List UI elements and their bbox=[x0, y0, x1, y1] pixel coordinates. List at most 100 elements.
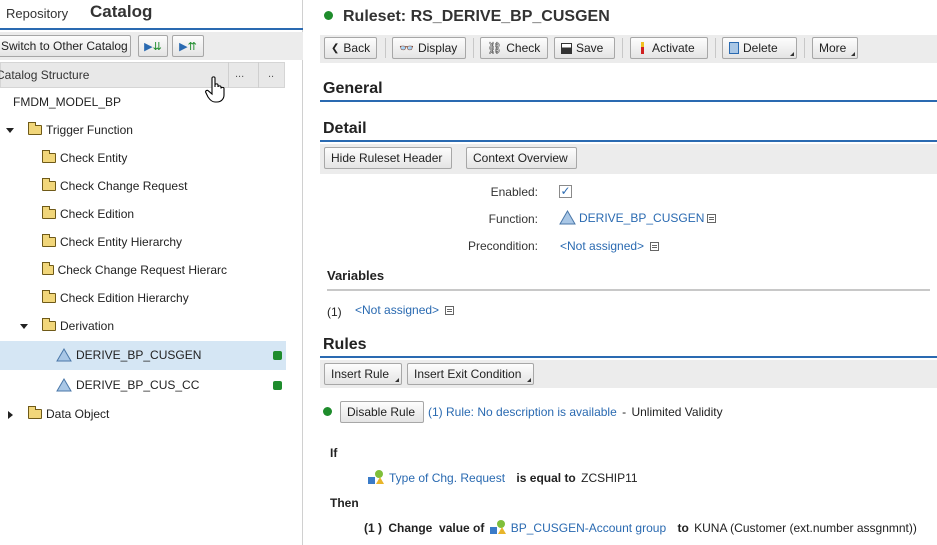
tree-item-label: Check Change Request Hierarc bbox=[57, 263, 227, 277]
details-icon[interactable] bbox=[445, 306, 455, 315]
expander-data-object[interactable] bbox=[8, 411, 13, 419]
action-row: (1 ) Change value of BP_CUSGEN-Account g… bbox=[364, 520, 917, 535]
column-menu-button-2[interactable]: .. bbox=[268, 68, 274, 80]
insert-rule-button[interactable]: Insert Rule bbox=[324, 363, 402, 385]
delete-label: Delete bbox=[743, 41, 778, 55]
check-button[interactable]: ⛓ Check bbox=[480, 37, 548, 59]
ruleset-status-icon bbox=[324, 11, 333, 20]
action-field-link[interactable]: BP_CUSGEN-Account group bbox=[511, 521, 666, 535]
variable-index: (1) bbox=[327, 305, 342, 319]
switch-catalog-label: Switch to Other Catalog bbox=[1, 39, 128, 53]
insert-rule-label: Insert Rule bbox=[331, 367, 390, 381]
general-section-line bbox=[320, 100, 937, 102]
function-link[interactable]: DERIVE_BP_CUSGEN bbox=[579, 211, 704, 225]
check-label: Check bbox=[506, 41, 541, 55]
delete-button[interactable]: Delete bbox=[722, 37, 797, 59]
details-icon[interactable] bbox=[707, 214, 717, 223]
display-button[interactable]: 👓 Display bbox=[392, 37, 466, 59]
precondition-value[interactable]: <Not assigned> bbox=[560, 239, 660, 253]
action-to: to bbox=[677, 521, 689, 535]
activate-icon bbox=[641, 42, 644, 54]
dropdown-indicator-icon bbox=[790, 52, 794, 56]
switch-catalog-button[interactable]: Switch to Other Catalog bbox=[0, 35, 131, 57]
rule-description: (1) Rule: No description is available - … bbox=[428, 405, 723, 419]
tree-item-derivation[interactable]: Derivation bbox=[42, 313, 114, 339]
action-index: (1 ) bbox=[364, 521, 382, 535]
variables-section-line bbox=[327, 289, 930, 291]
hide-ruleset-header-button[interactable]: Hide Ruleset Header bbox=[324, 147, 452, 169]
column-menu-button[interactable]: ... bbox=[235, 68, 244, 80]
ruleset-icon bbox=[56, 378, 72, 392]
condition-field-link[interactable]: Type of Chg. Request bbox=[389, 471, 505, 485]
variable-value[interactable]: <Not assigned> bbox=[355, 303, 455, 317]
tree-item-label: DERIVE_BP_CUS_CC bbox=[76, 378, 200, 392]
save-button[interactable]: Save bbox=[554, 37, 615, 59]
precondition-link[interactable]: <Not assigned> bbox=[560, 239, 644, 253]
active-status-icon bbox=[273, 381, 282, 390]
tree-item-check-change-request[interactable]: Check Change Request bbox=[42, 173, 187, 199]
toolbar-separator bbox=[715, 38, 716, 58]
save-icon bbox=[561, 42, 572, 54]
column-divider-2 bbox=[258, 62, 259, 88]
tab-catalog[interactable]: Catalog bbox=[90, 2, 152, 22]
condition-value: ZCSHIP11 bbox=[581, 471, 638, 485]
disable-rule-button[interactable]: Disable Rule bbox=[340, 401, 424, 423]
rules-section-title: Rules bbox=[323, 336, 367, 353]
tab-repository[interactable]: Repository bbox=[6, 6, 68, 21]
activate-label: Activate bbox=[652, 41, 695, 55]
context-overview-button[interactable]: Context Overview bbox=[466, 147, 577, 169]
tree-item-trigger-function[interactable]: Trigger Function bbox=[28, 117, 133, 143]
folder-icon bbox=[42, 234, 56, 247]
back-icon: ❮ bbox=[331, 42, 340, 54]
condition-operator: is equal to bbox=[516, 471, 576, 485]
tree-item-check-entity[interactable]: Check Entity bbox=[42, 145, 127, 171]
active-status-icon bbox=[273, 351, 282, 360]
expand-all-button[interactable]: ▶⇊ bbox=[138, 35, 168, 57]
tree-item-label: Check Change Request bbox=[60, 179, 188, 193]
tree-root[interactable]: FMDM_MODEL_BP bbox=[13, 89, 121, 115]
expander-derivation[interactable] bbox=[20, 324, 28, 329]
collapse-all-button[interactable]: ▶⇈ bbox=[172, 35, 204, 57]
more-button[interactable]: More bbox=[812, 37, 858, 59]
function-value[interactable]: DERIVE_BP_CUSGEN bbox=[559, 210, 717, 225]
rule-link[interactable]: (1) Rule: No description is available bbox=[428, 405, 617, 419]
tree-item-check-edition[interactable]: Check Edition bbox=[42, 201, 134, 227]
function-label: Function: bbox=[488, 212, 538, 226]
tree-item-label: Data Object bbox=[46, 407, 110, 421]
display-icon: 👓 bbox=[399, 41, 414, 55]
tree-item-derive-bp-cusgen[interactable]: DERIVE_BP_CUSGEN bbox=[56, 342, 201, 368]
tree-item-data-object[interactable]: Data Object bbox=[28, 401, 109, 427]
variable-link[interactable]: <Not assigned> bbox=[355, 303, 439, 317]
tree-item-check-edition-hierarchy[interactable]: Check Edition Hierarchy bbox=[42, 285, 189, 311]
folder-icon bbox=[42, 150, 56, 163]
enabled-label: Enabled: bbox=[490, 185, 538, 199]
tree-item-label: Derivation bbox=[60, 319, 115, 333]
back-button[interactable]: ❮ Back bbox=[324, 37, 377, 59]
tree-item-label: DERIVE_BP_CUSGEN bbox=[76, 348, 202, 362]
if-label: If bbox=[330, 446, 338, 460]
back-label: Back bbox=[343, 41, 371, 55]
folder-icon bbox=[42, 262, 54, 275]
enabled-checkbox[interactable]: ✓ bbox=[559, 185, 572, 198]
insert-exit-condition-button[interactable]: Insert Exit Condition bbox=[407, 363, 534, 385]
tree-item-derive-bp-cus-cc[interactable]: DERIVE_BP_CUS_CC bbox=[56, 372, 199, 398]
expander-trigger-function[interactable] bbox=[6, 128, 14, 133]
context-overview-label: Context Overview bbox=[473, 151, 568, 165]
activate-button[interactable]: Activate bbox=[630, 37, 708, 59]
tree-item-label: Check Edition bbox=[60, 207, 135, 221]
insert-exit-condition-label: Insert Exit Condition bbox=[414, 367, 522, 381]
dropdown-indicator-icon bbox=[527, 378, 531, 382]
disable-rule-label: Disable Rule bbox=[347, 405, 416, 419]
details-icon[interactable] bbox=[650, 242, 660, 251]
toolbar-separator bbox=[385, 38, 386, 58]
tree-item-check-entity-hierarchy[interactable]: Check Entity Hierarchy bbox=[42, 229, 182, 255]
action-verb: Change value of bbox=[388, 521, 485, 535]
tree-item-check-change-request-hierarchy[interactable]: Check Change Request Hierarc bbox=[42, 257, 227, 283]
rule-status-icon bbox=[323, 407, 332, 416]
detail-section-title: Detail bbox=[323, 120, 367, 137]
data-object-icon bbox=[368, 470, 386, 484]
folder-icon bbox=[42, 206, 56, 219]
condition-row: Type of Chg. Request is equal to ZCSHIP1… bbox=[368, 470, 638, 485]
tree-item-label: Trigger Function bbox=[46, 123, 133, 137]
dropdown-indicator-icon bbox=[851, 52, 855, 56]
